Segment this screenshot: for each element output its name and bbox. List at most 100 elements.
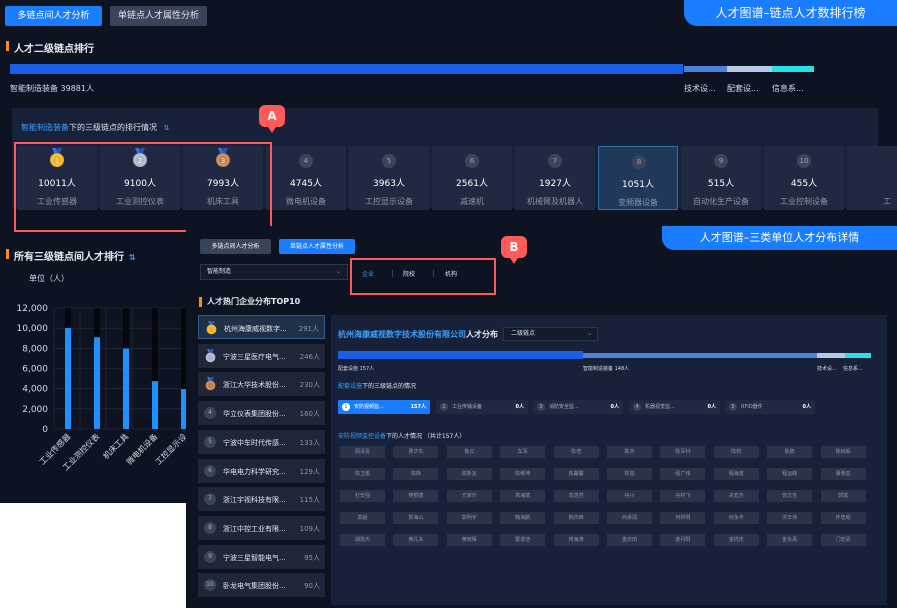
- company-item[interactable]: 杭州海康威视数字... 291人: [198, 315, 325, 339]
- subnode-pill[interactable]: 2 工业传输设备 0人: [436, 400, 528, 414]
- talent-chip[interactable]: 韩杰西: [553, 512, 599, 524]
- top-tab-1[interactable]: 多链点间人才分析: [5, 6, 102, 26]
- bar-segment-primary[interactable]: [10, 64, 683, 74]
- ranking-card[interactable]: 9 515人 自动化生产设备: [681, 146, 761, 210]
- company-item[interactable]: 9 宁波三星智能电气... 95人: [198, 544, 325, 569]
- talent-chip[interactable]: 陈权: [713, 446, 759, 458]
- top-tab-2[interactable]: 单链点人才属性分析: [110, 6, 207, 26]
- talent-chip[interactable]: 董惠芸: [820, 468, 866, 480]
- ranking-card[interactable]: 8 1051人 变频器设备: [598, 146, 678, 210]
- talent-chip[interactable]: 金庆田: [607, 534, 652, 546]
- talent-chip[interactable]: 程运峰: [767, 468, 813, 480]
- ranking-card[interactable]: 5 3963人 工控显示设备: [349, 146, 429, 210]
- unit-tab-2[interactable]: 院校: [403, 269, 415, 278]
- bar-1[interactable]: [65, 328, 71, 429]
- talent-chip[interactable]: 韩海鹏: [500, 512, 546, 524]
- talent-chip[interactable]: 怀忠昭: [820, 512, 866, 524]
- bar-segment-2[interactable]: [684, 66, 727, 72]
- detail-bar-4[interactable]: [845, 353, 871, 358]
- talent-chip[interactable]: 程海波: [713, 468, 759, 480]
- talent-chip[interactable]: 曹华东: [393, 446, 439, 458]
- ranking-card[interactable]: 2 9100人 工业测控仪表: [100, 146, 180, 210]
- talent-chip[interactable]: 关宏杰: [713, 490, 759, 502]
- talent-chip[interactable]: 蒋海涛: [553, 534, 599, 546]
- ranking-card[interactable]: 6 2561人 减速机: [432, 146, 512, 210]
- ranking-card[interactable]: 工: [847, 146, 897, 210]
- company-item[interactable]: 浙江大华技术股份... 230人: [198, 372, 325, 397]
- talent-chip[interactable]: 郭超: [340, 512, 385, 524]
- talent-chip[interactable]: 陈鹏: [767, 446, 813, 458]
- talent-chip[interactable]: 陈浩: [553, 446, 599, 458]
- unit-tab-1[interactable]: 企业: [362, 269, 374, 278]
- subnode-pill[interactable]: 4 机器视觉监... 0人: [629, 400, 720, 414]
- industry-dropdown[interactable]: 智能制造 ⌄: [200, 264, 348, 280]
- talent-chip[interactable]: 方家乐: [446, 490, 492, 502]
- company-item[interactable]: 8 浙江中控工业有限... 109人: [198, 515, 325, 540]
- talent-chip[interactable]: 霍诺浩: [500, 534, 546, 546]
- talent-chip[interactable]: 程广伟: [660, 468, 706, 480]
- company-item[interactable]: 10 卧龙电气集团股份... 90人: [198, 573, 325, 598]
- talent-chip[interactable]: 谷川: [607, 490, 652, 502]
- talent-chip[interactable]: 黄晓辉: [446, 534, 492, 546]
- ranking-card[interactable]: 1 10011人 工业传感器: [17, 146, 97, 210]
- bar-segment-4[interactable]: [772, 66, 814, 72]
- subnode-pill[interactable]: 5 RFID器件 0人: [725, 400, 815, 414]
- talent-chip[interactable]: 金永禹: [767, 534, 813, 546]
- detail-bar-3[interactable]: [817, 353, 845, 358]
- talent-chip[interactable]: 高浩然: [553, 490, 599, 502]
- talent-chip[interactable]: 何承润: [607, 512, 652, 524]
- talent-chip[interactable]: 金丹阳: [660, 534, 706, 546]
- talent-chip[interactable]: 管文吉: [767, 490, 813, 502]
- bar-segment-3[interactable]: [727, 66, 772, 72]
- talent-chip[interactable]: 陈喆: [607, 468, 652, 480]
- talent-chip[interactable]: 金祥庆: [713, 534, 759, 546]
- highlight-node[interactable]: 智能制造装备: [21, 123, 69, 132]
- talent-chip[interactable]: 陈馨馨: [553, 468, 599, 480]
- talent-chip[interactable]: 鲁云: [446, 446, 492, 458]
- detail-bar-primary[interactable]: [338, 351, 583, 359]
- talent-chip[interactable]: 车军: [500, 446, 546, 458]
- talent-chip[interactable]: 陈新友: [446, 468, 492, 480]
- talent-chip[interactable]: 何永丰: [713, 512, 759, 524]
- talent-chip[interactable]: 陈维坤: [500, 468, 546, 480]
- talent-chip[interactable]: 谷利飞: [660, 490, 706, 502]
- talent-chip[interactable]: 洪华伟: [767, 512, 813, 524]
- talent-chip[interactable]: 门宏武: [820, 534, 866, 546]
- level-dropdown[interactable]: 二级链点 ⌄: [503, 327, 598, 341]
- talent-chip[interactable]: 杜安强: [340, 490, 385, 502]
- talent-chip[interactable]: 郭海山: [393, 512, 439, 524]
- company-item[interactable]: 7 浙江宇视科技有限... 115人: [198, 487, 325, 512]
- bar-3[interactable]: [123, 348, 129, 429]
- ranking-card[interactable]: 4 4745人 微电机设备: [266, 146, 346, 210]
- company-item[interactable]: 4 华立仪表集团股份... 160人: [198, 401, 325, 426]
- talent-chip[interactable]: 陈杰: [607, 446, 652, 458]
- sort-icon[interactable]: ⇅: [164, 124, 170, 132]
- subnode-pill[interactable]: 3 消防安全监... 0人: [533, 400, 623, 414]
- detail-bar-2[interactable]: [583, 353, 817, 358]
- company-item[interactable]: 5 宁波中车时代传感... 133人: [198, 429, 325, 454]
- ranking-card[interactable]: 10 455人 工业控制设备: [764, 146, 844, 210]
- talent-chip[interactable]: 何林明: [660, 512, 706, 524]
- talent-chip[interactable]: 顾清青: [340, 446, 385, 458]
- talent-chip[interactable]: 胡扬杰: [340, 534, 385, 546]
- talent-chip[interactable]: 陈树毅: [820, 446, 866, 458]
- ranking-card[interactable]: 7 1927人 机械臂及机器人: [515, 146, 595, 210]
- talent-chip[interactable]: 郭明宇: [446, 512, 492, 524]
- overlay-tab-1[interactable]: 多链点间人才分析: [200, 239, 271, 254]
- talent-chip[interactable]: 陈锋: [393, 468, 439, 480]
- talent-chip[interactable]: 樊根德: [393, 490, 439, 502]
- bar-2[interactable]: [94, 337, 100, 429]
- ranking-card[interactable]: 3 7993人 机床工具: [183, 146, 263, 210]
- overlay-tab-2[interactable]: 单链点人才属性分析: [279, 239, 355, 254]
- talent-chip[interactable]: 高海斌: [500, 490, 546, 502]
- bar-4[interactable]: [152, 381, 158, 429]
- talent-chip[interactable]: 陈军科: [660, 446, 706, 458]
- subnode-pill[interactable]: 1 安防视频监... 157人: [338, 400, 430, 414]
- company-item[interactable]: 宁波三星医疗电气... 246人: [198, 343, 325, 368]
- company-item[interactable]: 6 华电电力科学研究... 129人: [198, 458, 325, 483]
- talent-chip[interactable]: 黄凡夫: [393, 534, 439, 546]
- unit-tab-3[interactable]: 机构: [445, 269, 457, 278]
- sort-icon[interactable]: ⇅: [129, 253, 136, 262]
- talent-chip[interactable]: 陈卫勇: [340, 468, 385, 480]
- talent-chip[interactable]: 郭斌: [820, 490, 866, 502]
